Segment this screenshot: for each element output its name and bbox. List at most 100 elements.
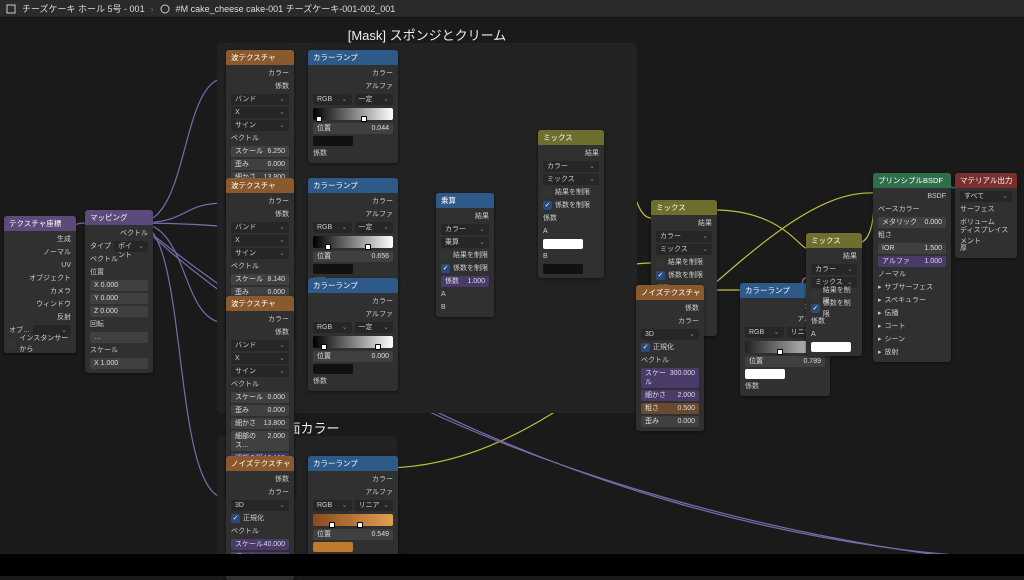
- in-fac[interactable]: 係数: [313, 376, 393, 387]
- out-color[interactable]: カラー: [231, 314, 289, 325]
- stop-color[interactable]: [313, 136, 353, 146]
- type-dropdown[interactable]: バンド: [231, 340, 289, 351]
- colorramp-gradient[interactable]: [313, 336, 393, 348]
- node-texture-coord[interactable]: テクスチャ座標 生成 ノーマル UV オブジェクト カメラ ウィンドウ 反射 オ…: [4, 216, 76, 353]
- in-vector[interactable]: ベクトル: [231, 133, 289, 144]
- clamp-factor[interactable]: ✓: [811, 304, 820, 313]
- type-dropdown[interactable]: カラー: [543, 161, 599, 172]
- target-dropdown[interactable]: すべて: [960, 191, 1012, 202]
- clamp-result[interactable]: [543, 188, 552, 197]
- stop-color[interactable]: [313, 264, 353, 274]
- in-fac[interactable]: 係数: [313, 148, 393, 159]
- rough[interactable]: 粗さ0.500: [641, 403, 699, 414]
- node-noise-1[interactable]: ノイズテクスチャ 係数 カラー 3D ✓正規化 ベクトル スケール300.000…: [636, 285, 704, 431]
- in-fac[interactable]: 係数: [543, 213, 599, 224]
- interp-dropdown[interactable]: リニア: [355, 500, 394, 511]
- node-multiply[interactable]: 乗算 結果 カラー 乗算 結果を制限 ✓係数を制限 係数1.000 A B: [436, 193, 494, 317]
- node-header[interactable]: ミックス: [651, 200, 717, 215]
- color-a[interactable]: [543, 239, 583, 249]
- breadcrumb-material[interactable]: #M cake_cheese cake-001 チーズケーキ-001-002_0…: [176, 2, 396, 15]
- detail[interactable]: 細かさ2.000: [641, 390, 699, 401]
- in-b[interactable]: B: [543, 251, 599, 262]
- mode-dropdown[interactable]: RGB: [745, 327, 784, 338]
- out-fac[interactable]: 係数: [231, 209, 289, 220]
- dir-dropdown[interactable]: X: [231, 235, 289, 246]
- in-vector[interactable]: ベクトル: [231, 379, 289, 390]
- out-fac[interactable]: 係数: [231, 474, 289, 485]
- normalize[interactable]: ✓: [231, 514, 240, 523]
- g-trans[interactable]: ▸ 伝播: [878, 308, 946, 319]
- dim-dropdown[interactable]: 3D: [641, 329, 699, 340]
- colorramp-gradient[interactable]: [313, 108, 393, 120]
- colorramp-gradient[interactable]: [313, 514, 393, 526]
- in-a[interactable]: A: [441, 289, 489, 300]
- normalize[interactable]: ✓: [641, 343, 650, 352]
- g-sheen[interactable]: ▸ シーン: [878, 334, 946, 345]
- scale-x[interactable]: X 1.000: [90, 358, 148, 369]
- distortion[interactable]: 歪み0.000: [231, 405, 289, 416]
- in-normal[interactable]: ノーマル: [878, 269, 946, 280]
- loc-y[interactable]: Y 0.000: [90, 293, 148, 304]
- detail[interactable]: 細かさ13.800: [231, 418, 289, 429]
- node-header[interactable]: 波テクスチャ: [226, 50, 294, 65]
- node-principled-bsdf[interactable]: プリンシプルBSDF BSDF ベースカラー メタリック0.000 粗さ IOR…: [873, 173, 951, 362]
- node-material-output[interactable]: マテリアル出力 すべて サーフェス ボリューム ディスプレイスメント 厚: [955, 173, 1017, 258]
- node-header[interactable]: ミックス: [538, 130, 604, 145]
- out-color[interactable]: カラー: [231, 487, 289, 498]
- g-spec[interactable]: ▸ スペキュラー: [878, 295, 946, 306]
- in-vector[interactable]: ベクトル: [231, 526, 289, 537]
- checkbox-instancer[interactable]: [9, 339, 16, 348]
- ior[interactable]: IOR1.500: [878, 243, 946, 254]
- stop-color[interactable]: [313, 364, 353, 374]
- scale[interactable]: スケール0.000: [231, 392, 289, 403]
- in-fac[interactable]: 係数: [811, 316, 857, 327]
- in-vector[interactable]: ベクトル: [231, 261, 289, 272]
- interp-dropdown[interactable]: 一定: [355, 222, 394, 233]
- node-colorramp-1[interactable]: カラーランプ カラー アルファ RGB一定 位置0.044 係数: [308, 50, 398, 163]
- node-header[interactable]: カラーランプ: [308, 50, 398, 65]
- mode-dropdown[interactable]: RGB: [313, 222, 352, 233]
- in-surface[interactable]: サーフェス: [960, 204, 1012, 215]
- profile-dropdown[interactable]: サイン: [231, 120, 289, 131]
- g-emission[interactable]: ▸ 放射: [878, 347, 946, 358]
- interp-dropdown[interactable]: 一定: [355, 94, 394, 105]
- pos[interactable]: 位置0.044: [313, 123, 393, 134]
- clamp-result[interactable]: [811, 291, 820, 300]
- node-header[interactable]: 乗算: [436, 193, 494, 208]
- node-colorramp-2[interactable]: カラーランプ カラー アルファ RGB一定 位置0.656 係数: [308, 178, 398, 291]
- out-window[interactable]: ウィンドウ: [9, 299, 71, 310]
- node-mix-1[interactable]: ミックス 結果 カラー ミックス 結果を制限 ✓係数を制限 係数 A B: [538, 130, 604, 278]
- colorramp-gradient[interactable]: [313, 236, 393, 248]
- node-header[interactable]: テクスチャ座標: [4, 216, 76, 231]
- in-fac[interactable]: 係数: [745, 381, 825, 392]
- node-mix-3[interactable]: ミックス 結果 カラー ミックス 結果を制限 ✓係数を制限 係数 A: [806, 233, 862, 356]
- pos[interactable]: 位置0.656: [313, 251, 393, 262]
- out-camera[interactable]: カメラ: [9, 286, 71, 297]
- mode-dropdown[interactable]: RGB: [313, 94, 352, 105]
- in-vector[interactable]: ベクトル: [90, 254, 148, 265]
- breadcrumb-object[interactable]: チーズケーキ ホール 5号 - 001: [22, 2, 145, 15]
- type-dropdown[interactable]: バンド: [231, 94, 289, 105]
- out-reflection[interactable]: 反射: [9, 312, 71, 323]
- clamp-factor[interactable]: ✓: [441, 264, 450, 273]
- factor[interactable]: 係数1.000: [441, 276, 489, 287]
- node-colorramp-3[interactable]: カラーランプ カラー アルファ RGB一定 位置0.000 係数: [308, 278, 398, 391]
- type-dropdown[interactable]: カラー: [811, 264, 857, 275]
- blend-dropdown[interactable]: ミックス: [656, 244, 712, 255]
- scale[interactable]: スケール40.000: [231, 539, 289, 550]
- dir-dropdown[interactable]: X: [231, 107, 289, 118]
- node-header[interactable]: 波テクスチャ: [226, 296, 294, 311]
- clamp-result[interactable]: [441, 251, 450, 260]
- pos[interactable]: 位置0.549: [313, 529, 393, 540]
- dim-dropdown[interactable]: 3D: [231, 500, 289, 511]
- out-result[interactable]: 結果: [543, 148, 599, 159]
- node-header[interactable]: ノイズテクスチャ: [226, 456, 294, 471]
- in-base[interactable]: ベースカラー: [878, 204, 946, 215]
- out-bsdf[interactable]: BSDF: [878, 191, 946, 202]
- node-header[interactable]: 波テクスチャ: [226, 178, 294, 193]
- node-header[interactable]: カラーランプ: [308, 278, 398, 293]
- mode-dropdown[interactable]: RGB: [313, 322, 352, 333]
- out-normal[interactable]: ノーマル: [9, 247, 71, 258]
- out-object[interactable]: オブジェクト: [9, 273, 71, 284]
- out-color[interactable]: カラー: [313, 474, 393, 485]
